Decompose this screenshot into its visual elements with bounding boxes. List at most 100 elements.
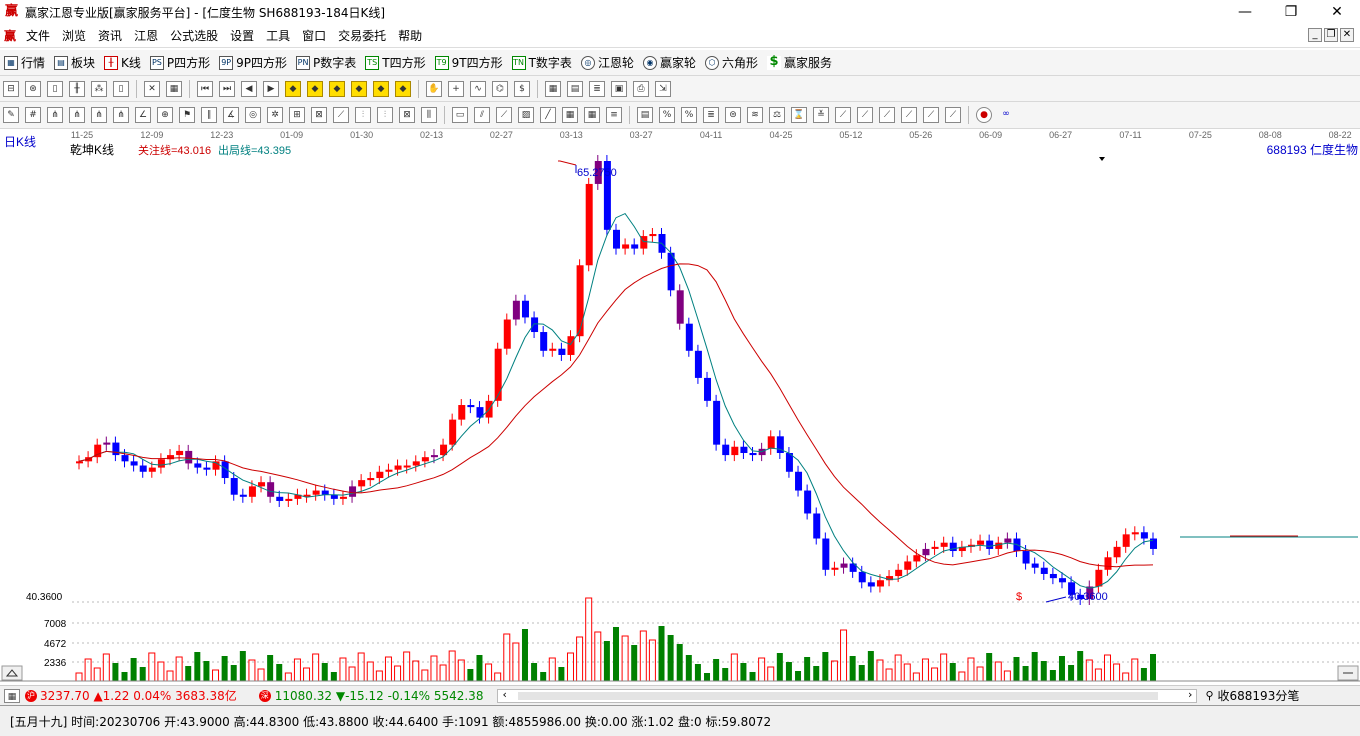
magnifier-icon[interactable]: ⊛: [25, 80, 41, 97]
star-icon[interactable]: ✲: [267, 107, 283, 123]
toolbar-gann-wheel[interactable]: ◎ 江恩轮: [580, 54, 634, 71]
toolbar-t-table[interactable]: TN T数字表: [511, 54, 572, 71]
report-icon[interactable]: ▤: [567, 80, 583, 97]
fan-7-icon[interactable]: ⟋: [945, 107, 961, 123]
indicator-icon[interactable]: ⁂: [91, 80, 107, 97]
panel-toggle-icon[interactable]: ▦: [4, 688, 20, 703]
fork-4-icon[interactable]: ⋔: [113, 107, 129, 123]
infinity-icon[interactable]: ∞: [998, 107, 1014, 123]
table-icon[interactable]: ▦: [166, 80, 182, 97]
menu-formula[interactable]: 公式选股: [164, 27, 224, 44]
menu-browse[interactable]: 浏览: [56, 27, 92, 44]
grid-3-icon[interactable]: ▦: [584, 107, 600, 123]
fan-4-icon[interactable]: ⟋: [879, 107, 895, 123]
gold-icon[interactable]: ⊜: [725, 107, 741, 123]
dollar-box-icon[interactable]: $: [514, 80, 530, 97]
wave-icon[interactable]: ∿: [470, 80, 486, 97]
circle-grid-icon[interactable]: ⊕: [157, 107, 173, 123]
ball-icon[interactable]: ●: [976, 107, 992, 123]
fork-1-icon[interactable]: ⋔: [47, 107, 63, 123]
time-icon[interactable]: ⌛: [791, 107, 807, 123]
sh-index-text[interactable]: 3237.70 ▲1.22 0.04% 3683.38亿: [40, 687, 237, 704]
toolbar-quotes[interactable]: ▦ 行情: [4, 54, 45, 71]
list-icon[interactable]: ≣: [589, 80, 605, 97]
toolbar-p-square[interactable]: PS P四方形: [149, 54, 210, 71]
fibo-icon[interactable]: ≣: [703, 107, 719, 123]
trend-icon[interactable]: ⟋: [333, 107, 349, 123]
menu-file[interactable]: 文件: [20, 27, 56, 44]
cross-icon[interactable]: ✕: [144, 80, 160, 97]
toolbar-winner-service[interactable]: $ 赢家服务: [766, 54, 832, 71]
toolbar-winner-wheel[interactable]: ◉ 赢家轮: [642, 54, 696, 71]
print-icon[interactable]: ⎙: [633, 80, 649, 97]
table-2-icon[interactable]: ▤: [637, 107, 653, 123]
cross-box-icon[interactable]: ⊠: [399, 107, 415, 123]
menu-info[interactable]: 资讯: [92, 27, 128, 44]
chart-collapse-button[interactable]: [1, 665, 23, 681]
close-button[interactable]: ✕: [1314, 0, 1360, 24]
plus-icon[interactable]: +: [448, 80, 464, 97]
gold-3-icon[interactable]: ≚: [813, 107, 829, 123]
prev-icon[interactable]: ◀: [241, 80, 257, 97]
export-icon[interactable]: ⇲: [655, 80, 671, 97]
diamond-6-icon[interactable]: ◆: [395, 80, 411, 97]
minimize-button[interactable]: —: [1222, 0, 1268, 24]
percent-box-icon[interactable]: %: [659, 107, 675, 123]
hash-icon[interactable]: #: [25, 107, 41, 123]
kline-chart-area[interactable]: 11-25 12-09 12-23 01-09 01-30 02-13 02-27 03-13…: [0, 129, 1360, 685]
toolbar-9t-square[interactable]: T9 9T四方形: [434, 54, 503, 71]
comb-2-icon[interactable]: ⫶: [377, 107, 393, 123]
fork-2-icon[interactable]: ⋔: [69, 107, 85, 123]
scroll-left-icon[interactable]: ‹: [502, 688, 506, 701]
mdi-close-button[interactable]: ✕: [1340, 28, 1354, 42]
fan-icon[interactable]: ⟋: [496, 107, 512, 123]
menu-trade[interactable]: 交易委托: [332, 27, 392, 44]
toolbar-p-table[interactable]: PN P数字表: [296, 54, 356, 71]
angle-icon[interactable]: ∠: [135, 107, 151, 123]
hand-icon[interactable]: ✋: [426, 80, 442, 97]
document-icon[interactable]: ▯: [47, 80, 63, 97]
pencil-icon[interactable]: ✎: [3, 107, 19, 123]
cursor-dropdown-icon[interactable]: ▯: [113, 80, 129, 97]
gold-2-icon[interactable]: ≋: [747, 107, 763, 123]
scale-icon[interactable]: ⚖: [769, 107, 785, 123]
percent-icon[interactable]: %: [681, 107, 697, 123]
line-icon[interactable]: ╱: [540, 107, 556, 123]
diamond-3-icon[interactable]: ◆: [329, 80, 345, 97]
layout-dropdown-icon[interactable]: ⊟: [3, 80, 19, 97]
menu-tools[interactable]: 工具: [260, 27, 296, 44]
flag-icon[interactable]: ⚑: [179, 107, 195, 123]
fork-3-icon[interactable]: ⋔: [91, 107, 107, 123]
diamond-2-icon[interactable]: ◆: [307, 80, 323, 97]
diamond-1-icon[interactable]: ◆: [285, 80, 301, 97]
menu-gann[interactable]: 江恩: [128, 27, 164, 44]
fan-5-icon[interactable]: ⟋: [901, 107, 917, 123]
index-scrollbar[interactable]: ‹ ›: [497, 688, 1198, 703]
hatch-icon[interactable]: ▨: [518, 107, 534, 123]
last-page-icon[interactable]: ⏭: [219, 80, 235, 97]
levels-icon[interactable]: ⫼: [421, 107, 437, 123]
calendar-icon[interactable]: ▦: [545, 80, 561, 97]
menu-settings[interactable]: 设置: [224, 27, 260, 44]
menu-help[interactable]: 帮助: [392, 27, 428, 44]
scroll-thumb[interactable]: [518, 691, 1159, 700]
parallel-icon[interactable]: ∥: [201, 107, 217, 123]
box-x-icon[interactable]: ⊠: [311, 107, 327, 123]
diamond-4-icon[interactable]: ◆: [351, 80, 367, 97]
toolbar-blocks[interactable]: ▤ 板块: [54, 54, 95, 71]
menu-window[interactable]: 窗口: [296, 27, 332, 44]
toolbar-hexagon[interactable]: ⬡ 六角形: [704, 54, 758, 71]
sz-index-text[interactable]: 11080.32 ▼-15.12 -0.14% 5542.38: [275, 689, 484, 703]
ruler-icon[interactable]: ⊞: [289, 107, 305, 123]
kline-chart[interactable]: 11-25 12-09 12-23 01-09 01-30 02-13 02-27 03-13…: [0, 129, 1360, 685]
rect-icon[interactable]: ▭: [452, 107, 468, 123]
circle-icon[interactable]: ◎: [245, 107, 261, 123]
tick-detail-label[interactable]: 收688193分笔: [1218, 687, 1300, 704]
chart-dropdown-icon[interactable]: [1099, 157, 1105, 161]
fan-3-icon[interactable]: ⟋: [857, 107, 873, 123]
filter-icon[interactable]: ⌬: [492, 80, 508, 97]
first-page-icon[interactable]: ⏮: [197, 80, 213, 97]
save-icon[interactable]: ▣: [611, 80, 627, 97]
comb-icon[interactable]: ⫶: [355, 107, 371, 123]
toolbar-kline[interactable]: ╫ K线: [104, 54, 141, 71]
